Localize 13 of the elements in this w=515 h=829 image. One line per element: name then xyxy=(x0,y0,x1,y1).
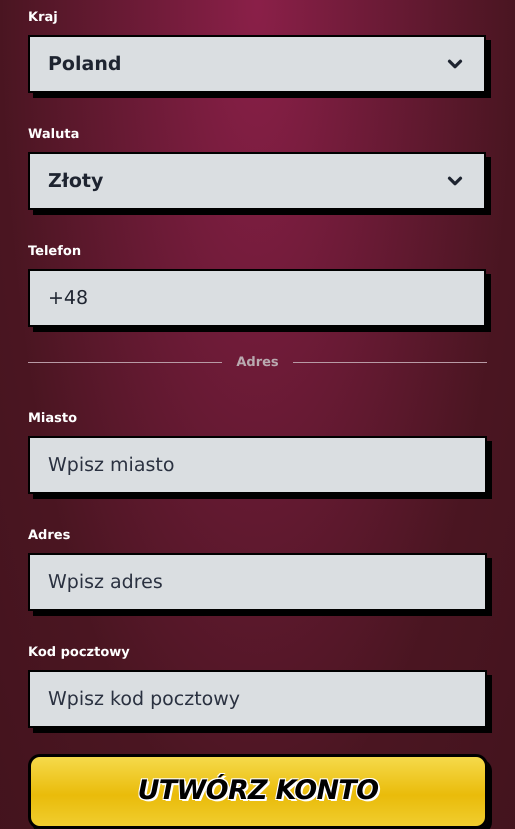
select-value: Poland xyxy=(48,52,122,77)
input-field[interactable]: Wpisz kod pocztowy xyxy=(28,670,487,728)
field-label: Miasto xyxy=(28,410,78,426)
select-value: Złoty xyxy=(48,168,104,194)
input-field[interactable]: Wpisz miasto xyxy=(28,436,487,494)
input-field[interactable]: Wpisz adres xyxy=(28,552,487,610)
field-label: Waluta xyxy=(28,127,80,143)
field-label: Telefon xyxy=(28,244,82,260)
input-field[interactable]: +48 xyxy=(28,269,486,327)
field-label: Adres xyxy=(28,528,72,544)
field-label: Kod pocztowy xyxy=(28,644,131,660)
field-label: Kraj xyxy=(28,10,59,26)
section-divider-label: Adres xyxy=(236,354,279,372)
